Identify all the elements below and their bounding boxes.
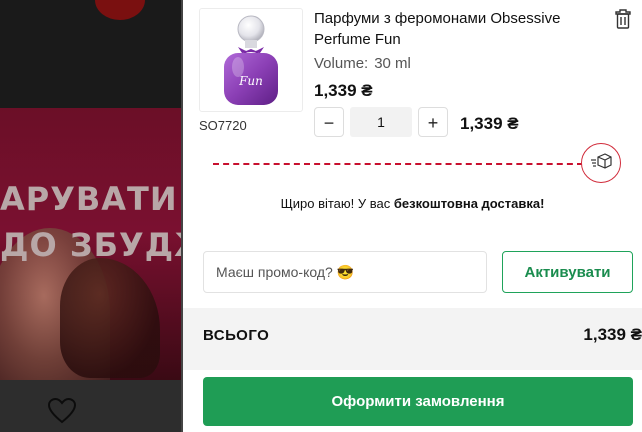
unit-price: 1,339 ₴ <box>314 81 373 100</box>
shipping-message-bold: безкоштовна доставка! <box>393 196 545 211</box>
volume-label: Volume: <box>314 55 369 72</box>
cart-total-row: ВСЬОГО 1,339 ₴ <box>183 308 642 370</box>
free-shipping-progress-marker <box>581 143 621 183</box>
product-name[interactable]: Парфуми з феромонами Obsessive Perfume F… <box>314 8 584 50</box>
background-bottom-bar <box>0 380 183 432</box>
banner-text-line1: АРУВАТИ К <box>0 180 183 218</box>
remove-item-button[interactable] <box>615 9 631 29</box>
banner-text-line2: ДО ЗБУДЖ <box>0 226 183 264</box>
volume-value: 30 ml <box>374 55 411 72</box>
promo-code-input[interactable] <box>203 251 487 293</box>
quantity-decrease-button[interactable]: − <box>314 107 344 137</box>
delivery-box-icon <box>591 153 612 169</box>
total-value: 1,339 ₴ <box>583 325 642 344</box>
product-volume: Volume: 30 ml <box>314 55 411 72</box>
cart-drawer: Fun SO7720 Парфуми з феромонами Obsessiv… <box>183 0 642 432</box>
activate-promo-button[interactable]: Активувати <box>502 251 633 293</box>
perfume-bottle-image: Fun <box>224 15 278 105</box>
free-shipping-progress-bar <box>213 163 583 165</box>
background-header <box>0 0 183 108</box>
line-total-price: 1,339 ₴ <box>460 114 519 133</box>
free-shipping-message: Щиро вітаю! У вас безкоштовна доставка! <box>183 196 642 211</box>
product-image[interactable]: Fun <box>199 8 303 112</box>
quantity-input[interactable] <box>350 107 412 137</box>
total-label: ВСЬОГО <box>203 327 270 344</box>
bottle-label: Fun <box>238 74 263 88</box>
trash-icon <box>615 9 631 29</box>
background-page: АРУВАТИ К ДО ЗБУДЖ <box>0 0 183 432</box>
checkout-button[interactable]: Оформити замовлення <box>203 377 633 426</box>
heart-icon[interactable] <box>48 398 76 424</box>
product-sku: SO7720 <box>199 118 247 133</box>
shipping-message-text: Щиро вітаю! У вас <box>280 196 394 211</box>
quantity-increase-button[interactable]: + <box>418 107 448 137</box>
